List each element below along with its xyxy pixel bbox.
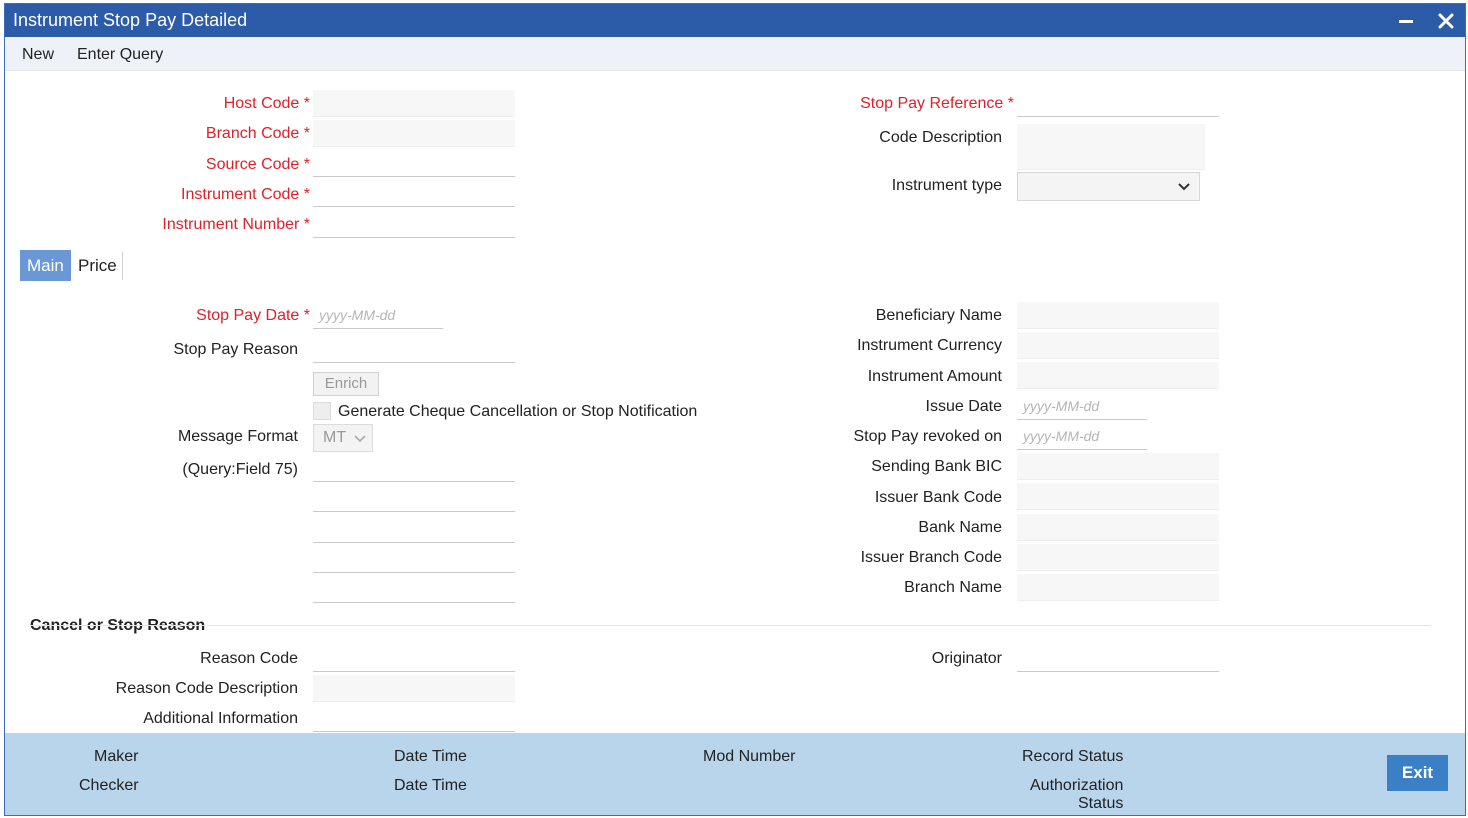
stop-pay-date-input[interactable]: yyyy-MM-dd — [313, 302, 443, 329]
stop-pay-revoked-on-label: Stop Pay revoked on — [853, 428, 1002, 445]
instrument-type-label: Instrument type — [891, 177, 1002, 194]
maker-label: Maker — [94, 748, 139, 765]
authorization-label: Authorization — [1030, 777, 1124, 794]
instrument-stop-pay-window: Instrument Stop Pay Detailed New Enter Q… — [4, 3, 1466, 816]
close-icon[interactable] — [1435, 10, 1457, 32]
field-75-line-2[interactable] — [313, 485, 515, 512]
instrument-currency-label: Instrument Currency — [857, 337, 1002, 354]
record-status-label: Record Status — [1022, 748, 1124, 765]
audit-footer: Maker Checker Date Time Date Time Mod Nu… — [5, 733, 1465, 815]
enrich-button[interactable]: Enrich — [313, 372, 379, 396]
reason-code-input[interactable] — [313, 645, 515, 672]
menu-enter-query[interactable]: Enter Query — [77, 46, 163, 64]
instrument-amount-label: Instrument Amount — [867, 368, 1002, 385]
beneficiary-name-label: Beneficiary Name — [875, 307, 1002, 324]
instrument-type-select[interactable] — [1017, 172, 1200, 201]
bank-name-label: Bank Name — [918, 519, 1002, 536]
branch-name-field — [1017, 574, 1219, 601]
message-format-label: Message Format — [177, 428, 298, 445]
query-field-75-label: (Query:Field 75) — [182, 461, 298, 478]
checker-date-time-label: Date Time — [394, 777, 467, 794]
issuer-branch-code-field — [1017, 544, 1219, 571]
section-divider — [30, 625, 1431, 626]
message-format-select[interactable]: MT — [313, 424, 373, 452]
stop-pay-reference-label: Stop Pay Reference * — [860, 95, 1014, 112]
issue-date-label: Issue Date — [925, 398, 1002, 415]
minimize-icon[interactable] — [1399, 20, 1413, 23]
field-75-line-5[interactable] — [313, 576, 515, 603]
message-format-value: MT — [323, 429, 347, 446]
issuer-branch-code-label: Issuer Branch Code — [860, 549, 1002, 566]
issuer-bank-code-label: Issuer Bank Code — [874, 489, 1002, 506]
branch-name-label: Branch Name — [904, 579, 1002, 596]
host-code-label: Host Code * — [223, 95, 310, 112]
title-bar: Instrument Stop Pay Detailed — [5, 4, 1465, 37]
stop-pay-revoked-on-input[interactable]: yyyy-MM-dd — [1017, 423, 1147, 450]
host-code-field — [313, 90, 515, 117]
sending-bank-bic-label: Sending Bank BIC — [871, 458, 1002, 475]
instrument-number-label: Instrument Number * — [162, 216, 310, 233]
chevron-down-icon — [1177, 179, 1191, 198]
maker-date-time-label: Date Time — [394, 748, 467, 765]
tab-main[interactable]: Main — [20, 250, 71, 281]
bank-name-field — [1017, 514, 1219, 541]
field-75-line-3[interactable] — [313, 516, 515, 543]
reason-code-description-label: Reason Code Description — [115, 680, 298, 697]
field-75-line-4[interactable] — [313, 546, 515, 573]
stop-pay-reason-label: Stop Pay Reason — [173, 341, 298, 358]
checker-label: Checker — [79, 777, 139, 794]
instrument-code-label: Instrument Code * — [181, 186, 310, 203]
field-75-line-1[interactable] — [313, 455, 515, 482]
tab-price[interactable]: Price — [71, 250, 124, 281]
mod-number-label: Mod Number — [703, 748, 796, 765]
originator-input[interactable] — [1017, 645, 1219, 672]
instrument-amount-field — [1017, 362, 1219, 389]
originator-label: Originator — [931, 650, 1002, 667]
menu-bar: New Enter Query — [5, 37, 1465, 71]
generate-cheque-label: Generate Cheque Cancellation or Stop Not… — [338, 403, 698, 420]
window-title: Instrument Stop Pay Detailed — [13, 10, 248, 30]
code-description-label: Code Description — [879, 129, 1002, 146]
issuer-bank-code-field — [1017, 483, 1219, 510]
source-code-input[interactable] — [313, 150, 515, 177]
branch-code-label: Branch Code * — [205, 125, 310, 142]
reason-code-description-field — [313, 675, 515, 702]
additional-information-label: Additional Information — [143, 710, 298, 727]
issue-date-input[interactable]: yyyy-MM-dd — [1017, 393, 1147, 420]
instrument-currency-field — [1017, 332, 1219, 359]
instrument-code-input[interactable] — [313, 180, 515, 207]
exit-button[interactable]: Exit — [1387, 755, 1448, 791]
stop-pay-reason-input[interactable] — [313, 336, 515, 363]
source-code-label: Source Code * — [205, 156, 310, 173]
instrument-number-input[interactable] — [313, 211, 515, 238]
menu-new[interactable]: New — [22, 46, 54, 64]
branch-code-field — [313, 120, 515, 147]
additional-information-input[interactable] — [313, 705, 515, 732]
generate-cheque-checkbox[interactable] — [313, 402, 331, 420]
authorization-status-label: Status — [1078, 795, 1124, 812]
stop-pay-date-label: Stop Pay Date * — [196, 307, 310, 324]
code-description-field — [1017, 124, 1205, 170]
stop-pay-reference-input[interactable] — [1017, 90, 1219, 117]
beneficiary-name-field — [1017, 302, 1219, 329]
cancel-section-title: Cancel or Stop Reason — [30, 617, 206, 634]
sending-bank-bic-field — [1017, 453, 1219, 480]
reason-code-label: Reason Code — [200, 650, 298, 667]
tab-divider — [122, 252, 123, 280]
